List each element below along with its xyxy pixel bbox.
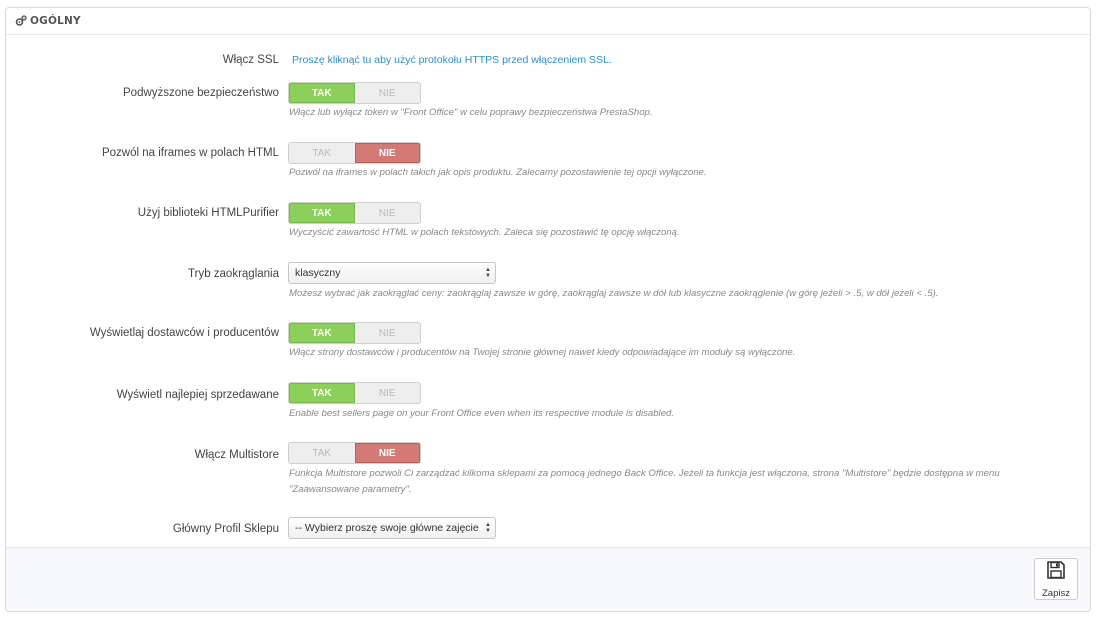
token-no-option[interactable]: NIE bbox=[355, 83, 421, 103]
multistore-switch[interactable]: TAK NIE bbox=[288, 442, 421, 464]
token-switch[interactable]: TAK NIE bbox=[288, 82, 421, 104]
multistore-help-line1: Funkcja Multistore pozwoli Ci zarządzać … bbox=[289, 468, 1000, 479]
token-label: Podwyższone bezpieczeństwo bbox=[123, 87, 279, 99]
rounding-help: Możesz wybrać jak zaokrąglać ceny: zaokr… bbox=[289, 288, 939, 299]
cogs-icon bbox=[15, 15, 27, 27]
multistore-yes-option[interactable]: TAK bbox=[289, 443, 355, 463]
suppliers-label: Wyświetlaj dostawców i producentów bbox=[89, 327, 279, 339]
panel-footer: Zapisz bbox=[6, 547, 1090, 611]
suppliers-no-option[interactable]: NIE bbox=[355, 323, 421, 343]
rounding-label: Tryb zaokrąglania bbox=[188, 268, 279, 280]
bestsellers-switch[interactable]: TAK NIE bbox=[288, 382, 421, 404]
shop-profile-selected-value: -- Wybierz proszę swoje główne zajęcie bbox=[295, 522, 479, 534]
save-button[interactable]: Zapisz bbox=[1034, 558, 1078, 600]
iframes-yes-option[interactable]: TAK bbox=[289, 143, 355, 163]
purifier-switch[interactable]: TAK NIE bbox=[288, 202, 421, 224]
iframes-switch[interactable]: TAK NIE bbox=[288, 142, 421, 164]
shop-profile-label: Główny Profil Sklepu bbox=[172, 523, 279, 535]
purifier-no-option[interactable]: NIE bbox=[355, 203, 421, 223]
select-arrows-icon: ▲ ▼ bbox=[485, 267, 491, 279]
panel-title: OGÓLNY bbox=[30, 15, 81, 27]
bestsellers-no-option[interactable]: NIE bbox=[355, 383, 421, 403]
bestsellers-help: Enable best sellers page on your Front O… bbox=[289, 408, 675, 419]
bestsellers-yes-option[interactable]: TAK bbox=[289, 383, 355, 403]
rounding-selected-value: klasyczny bbox=[295, 267, 341, 279]
general-settings-panel: OGÓLNY Włącz SSL Proszę kliknąć tu aby u… bbox=[5, 7, 1091, 612]
iframes-no-option[interactable]: NIE bbox=[354, 143, 420, 163]
multistore-label: Włącz Multistore bbox=[194, 449, 279, 461]
purifier-yes-option[interactable]: TAK bbox=[289, 203, 355, 223]
field-rounding: Tryb zaokrąglania klasyczny ▲ ▼ Możesz wy… bbox=[6, 262, 1090, 299]
ssl-label: Włącz SSL bbox=[222, 54, 279, 66]
iframes-label: Pozwól na iframes w polach HTML bbox=[101, 147, 279, 159]
save-button-label: Zapisz bbox=[1042, 587, 1070, 599]
iframes-help: Pozwól na iframes w polach takich jak op… bbox=[289, 167, 707, 178]
purifier-label: Użyj biblioteki HTMLPurifier bbox=[137, 207, 279, 219]
suppliers-yes-option[interactable]: TAK bbox=[289, 323, 355, 343]
shop-profile-select[interactable]: -- Wybierz proszę swoje główne zajęcie ▲… bbox=[288, 517, 496, 539]
bestsellers-label: Wyświetl najlepiej sprzedawane bbox=[116, 389, 279, 401]
multistore-no-option[interactable]: NIE bbox=[354, 443, 420, 463]
suppliers-help: Włącz strony dostawców i producentów na … bbox=[289, 347, 796, 358]
floppy-disk-icon bbox=[1046, 560, 1066, 585]
token-help: Włącz lub wyłącz token w "Front Office" … bbox=[289, 107, 653, 118]
panel-heading: OGÓLNY bbox=[6, 8, 1090, 35]
select-arrows-icon: ▲ ▼ bbox=[485, 522, 491, 534]
suppliers-switch[interactable]: TAK NIE bbox=[288, 322, 421, 344]
rounding-select[interactable]: klasyczny ▲ ▼ bbox=[288, 262, 496, 284]
purifier-help: Wyczyścić zawartość HTML w polach teksto… bbox=[289, 227, 680, 238]
field-shop-profile: Główny Profil Sklepu -- Wybierz proszę s… bbox=[6, 517, 1090, 539]
multistore-help-line2: "Zaawansowane parametry". bbox=[289, 484, 412, 495]
enable-ssl-link[interactable]: Proszę kliknąć tu aby użyć protokołu HTT… bbox=[292, 54, 612, 66]
token-yes-option[interactable]: TAK bbox=[289, 83, 355, 103]
